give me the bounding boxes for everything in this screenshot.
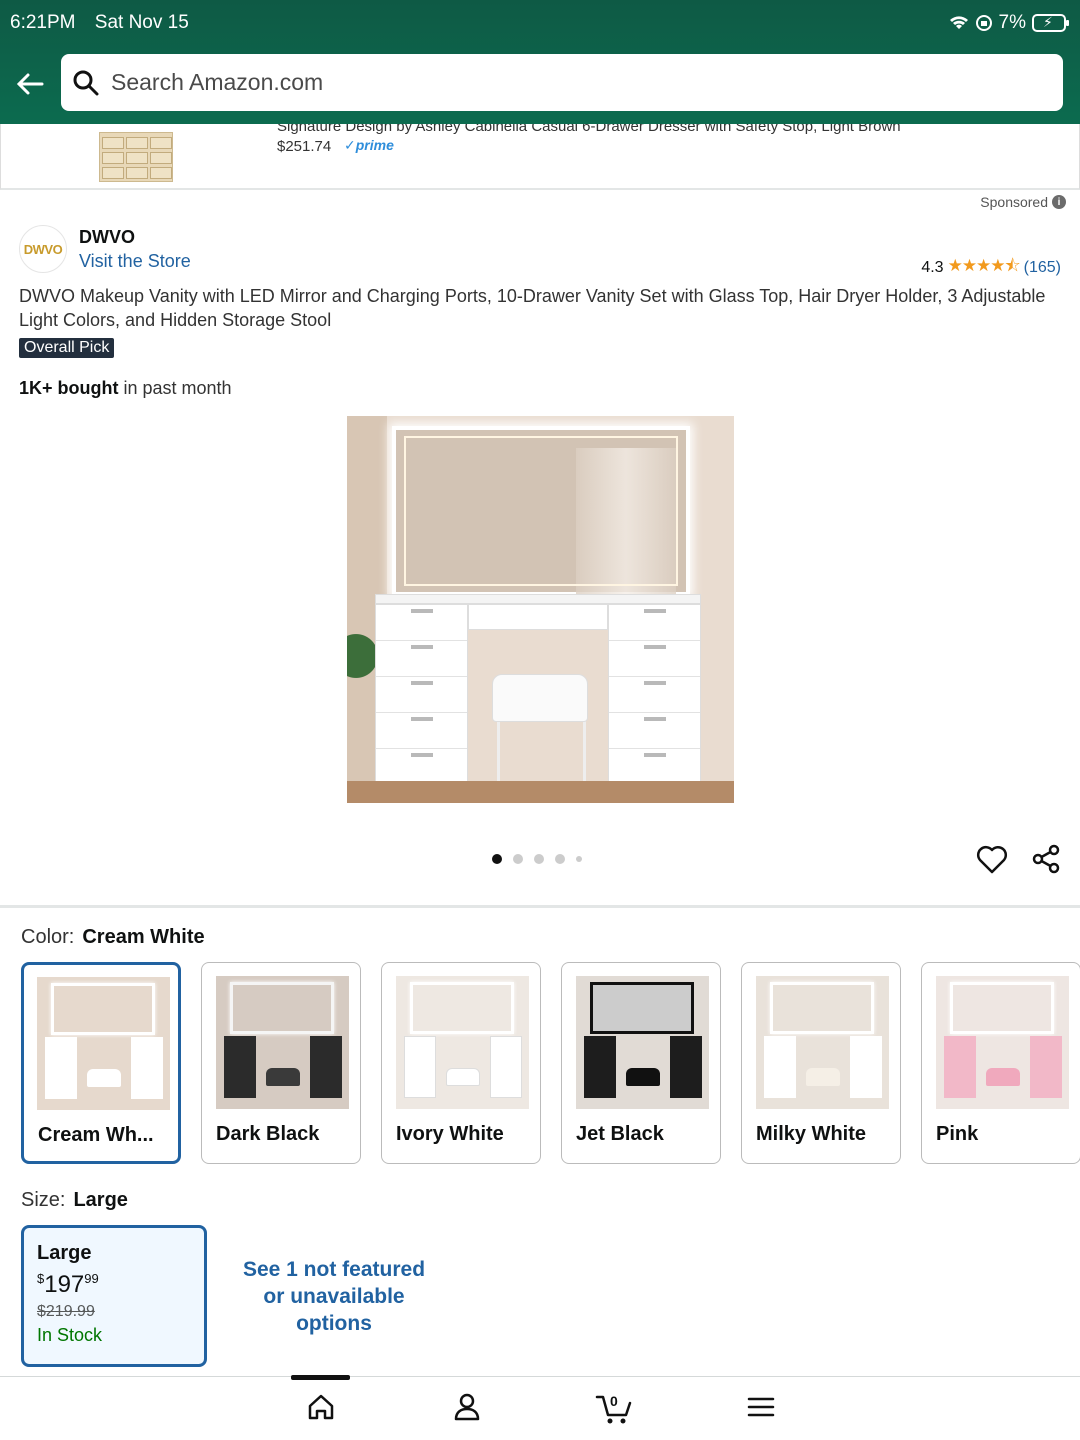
size-option-name: Large	[37, 1242, 92, 1264]
battery-icon: ⚡	[1032, 14, 1069, 32]
swatch-image	[936, 976, 1069, 1109]
color-option-milky-white[interactable]: Milky White	[741, 962, 901, 1164]
search-icon	[73, 70, 99, 95]
selected-size: Large	[73, 1189, 128, 1211]
rating[interactable]: 4.3 ★★★★⯪ (165)	[921, 253, 1061, 282]
color-option-pink[interactable]: Pink	[921, 962, 1080, 1164]
see-not-featured-options-link[interactable]: See 1 not featured or unavailable option…	[234, 1256, 434, 1337]
back-arrow-icon[interactable]	[12, 66, 48, 102]
heart-icon[interactable]	[975, 843, 1009, 877]
carousel-dot[interactable]	[492, 854, 502, 864]
brand-logo[interactable]: DWVO	[19, 225, 67, 273]
section-divider	[0, 905, 1080, 908]
info-icon[interactable]: i	[1052, 195, 1066, 209]
swatch-image	[396, 976, 529, 1109]
brand-name: DWVO	[79, 227, 135, 247]
battery-percent: 7%	[998, 12, 1026, 33]
sponsored-product-strip[interactable]: Signature Design by Ashley Cabinella Cas…	[0, 124, 1080, 190]
color-swatches: Cream Wh... Dark Black Ivory White Jet B…	[21, 962, 1080, 1164]
size-option-large[interactable]: Large $19799 $219.99 In Stock	[21, 1225, 207, 1367]
color-option-label: Milky White	[756, 1123, 867, 1145]
product-main-image[interactable]	[347, 416, 734, 803]
color-option-label: Cream Wh...	[38, 1124, 154, 1146]
search-input[interactable]	[111, 69, 1011, 96]
color-option-cream-white[interactable]: Cream Wh...	[21, 962, 181, 1164]
menu-icon[interactable]	[745, 1391, 777, 1423]
top-bar: 6:21PM Sat Nov 15 7% ⚡	[0, 0, 1080, 124]
color-option-label: Pink	[936, 1123, 979, 1145]
color-option-label: Ivory White	[396, 1123, 504, 1145]
share-icon[interactable]	[1030, 843, 1062, 875]
home-icon[interactable]	[305, 1391, 337, 1423]
selected-color: Cream White	[82, 926, 205, 948]
sponsored-product-price: $251.74	[277, 138, 332, 155]
image-carousel-dots[interactable]	[492, 854, 582, 864]
carousel-dot[interactable]	[555, 854, 565, 864]
color-option-label: Jet Black	[576, 1123, 664, 1145]
bottom-nav: 0	[0, 1375, 1080, 1440]
carousel-dot[interactable]	[576, 856, 582, 862]
status-date: Sat Nov 15	[94, 12, 189, 33]
search-bar[interactable]	[61, 54, 1063, 111]
bought-in-past-month: 1K+ bought in past month	[19, 378, 232, 398]
rating-count[interactable]: (165)	[1024, 259, 1061, 277]
swatch-image	[756, 976, 889, 1109]
account-icon[interactable]	[451, 1391, 483, 1423]
color-option-dark-black[interactable]: Dark Black	[201, 962, 361, 1164]
visit-store-link[interactable]: Visit the Store	[79, 251, 191, 272]
swatch-image	[216, 976, 349, 1109]
swatch-image	[37, 977, 170, 1110]
prime-badge: ✓prime	[344, 137, 394, 153]
sponsored-product-title[interactable]: Signature Design by Ashley Cabinella Cas…	[277, 124, 901, 135]
color-selector-label: Color: Cream White	[21, 926, 205, 948]
orientation-lock-icon	[975, 15, 992, 31]
size-option-list-price: $219.99	[37, 1303, 95, 1320]
color-option-jet-black[interactable]: Jet Black	[561, 962, 721, 1164]
color-option-ivory-white[interactable]: Ivory White	[381, 962, 541, 1164]
cart-count: 0	[610, 1393, 618, 1409]
product-title: DWVO Makeup Vanity with LED Mirror and C…	[19, 286, 1046, 330]
active-tab-indicator	[291, 1375, 350, 1380]
sponsored-label[interactable]: Sponsored i	[980, 194, 1066, 210]
rating-value: 4.3	[921, 258, 944, 276]
swatch-image	[576, 976, 709, 1109]
star-rating-icon: ★★★★⯪	[947, 256, 1021, 275]
size-selector-label: Size: Large	[21, 1189, 128, 1211]
carousel-dot[interactable]	[513, 854, 523, 864]
status-bar: 6:21PM Sat Nov 15 7% ⚡	[10, 10, 1069, 36]
size-option-stock: In Stock	[37, 1325, 103, 1345]
carousel-dot[interactable]	[534, 854, 544, 864]
status-time: 6:21PM	[10, 12, 76, 33]
color-option-label: Dark Black	[216, 1123, 320, 1145]
overall-pick-badge[interactable]: Overall Pick	[19, 338, 115, 358]
wifi-icon	[949, 16, 968, 29]
size-option-price: $19799	[37, 1271, 99, 1298]
sponsored-product-image[interactable]	[99, 132, 173, 182]
